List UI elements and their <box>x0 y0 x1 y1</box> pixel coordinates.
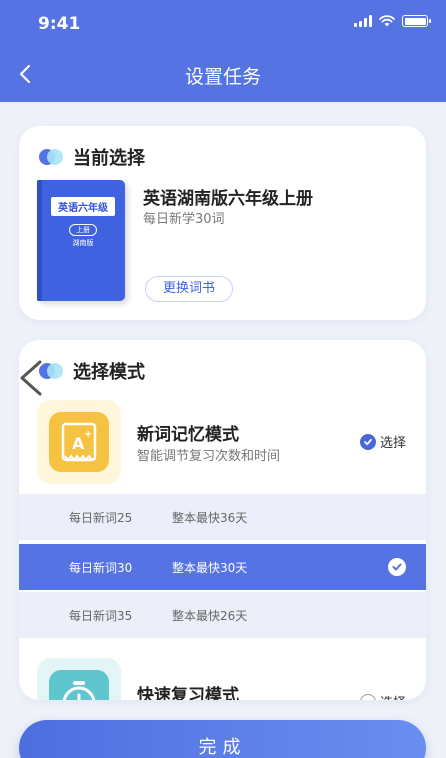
page-title: 设置任务 <box>184 66 261 88</box>
book-cover-tag: 上册 <box>69 224 97 236</box>
change-book-button[interactable]: 更换词书 <box>145 276 233 302</box>
book-daily: 每日新学30词 <box>143 212 225 227</box>
checked-icon <box>388 558 406 576</box>
header-bar: 9:41 设置任务 <box>0 0 446 102</box>
option-daily: 每日新词35 <box>69 609 133 623</box>
section-dot-icon <box>39 148 65 166</box>
book-cover-edition: 湖南版 <box>72 239 94 247</box>
mode-icon-box <box>37 658 121 700</box>
option-row-selected[interactable]: 每日新词30 整本最快30天 <box>19 544 426 590</box>
select-label: 选择 <box>380 692 406 700</box>
mode-name: 快速复习模式 <box>137 686 239 700</box>
checked-icon <box>359 433 376 450</box>
svg-text:+: + <box>84 429 92 440</box>
mode-desc: 智能调节复习次数和时间 <box>137 449 281 464</box>
mode-select-toggle[interactable]: 选择 <box>359 692 406 700</box>
book-name: 英语湖南版六年级上册 <box>143 189 313 209</box>
wifi-icon <box>379 15 395 27</box>
mode-selection-header: 选择模式 <box>39 358 145 384</box>
current-selection-card: 当前选择 英语六年级 上册 湖南版 英语湖南版六年级上册 每日新学30词 更换词… <box>19 126 426 320</box>
mode-name: 新词记忆模式 <box>137 425 239 445</box>
floating-back-icon[interactable] <box>16 358 48 398</box>
book-cover: 英语六年级 上册 湖南版 <box>37 180 125 301</box>
signal-icon <box>354 15 372 27</box>
book-cover-title: 英语六年级 <box>51 197 115 216</box>
done-button[interactable]: 完成 <box>19 720 426 758</box>
option-row[interactable]: 每日新词35 整本最快26天 <box>19 592 426 638</box>
a-plus-card-icon: A + <box>49 412 109 472</box>
option-daily: 每日新词30 <box>69 561 133 575</box>
option-finish: 整本最快36天 <box>172 511 248 525</box>
option-finish: 整本最快26天 <box>172 609 248 623</box>
option-row[interactable]: 每日新词25 整本最快36天 <box>19 494 426 540</box>
mode-select-toggle[interactable]: 选择 <box>359 432 406 451</box>
section-title: 选择模式 <box>73 362 145 383</box>
mode-selection-card: 选择模式 A + 新词记忆模式 智能调节复习次数和时间 选择 每日新词25 整本… <box>19 340 426 700</box>
battery-icon <box>402 15 431 27</box>
status-icons <box>354 15 431 27</box>
unchecked-icon <box>359 693 376 700</box>
option-finish: 整本最快30天 <box>172 561 248 575</box>
current-selection-header: 当前选择 <box>39 144 145 170</box>
option-daily: 每日新词25 <box>69 511 133 525</box>
section-title: 当前选择 <box>73 148 145 169</box>
mode-icon-box: A + <box>37 400 121 484</box>
select-label: 选择 <box>379 436 406 451</box>
status-time: 9:41 <box>38 14 81 34</box>
alarm-clock-icon <box>49 670 109 700</box>
